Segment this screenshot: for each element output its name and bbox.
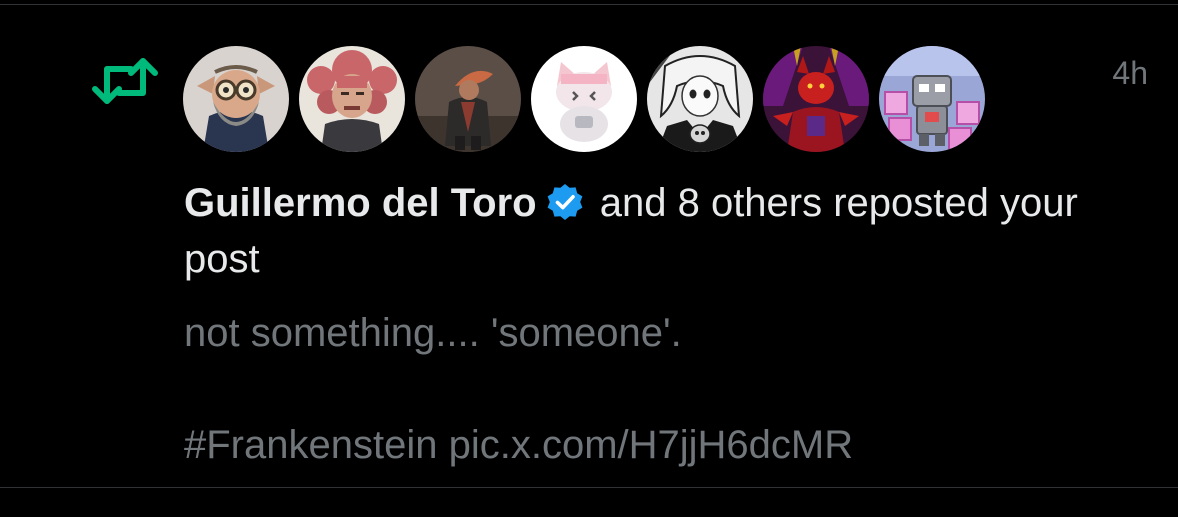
- repost-icon: [89, 57, 161, 105]
- avatar[interactable]: [183, 46, 289, 152]
- post-text-line: #Frankenstein pic.x.com/H7jjH6dcMR: [184, 423, 854, 467]
- avatar[interactable]: [763, 46, 869, 152]
- actor-name[interactable]: Guillermo del Toro: [184, 181, 537, 225]
- repost-notification[interactable]: 4h Guillermo del Toro and 8 others repos…: [0, 5, 1178, 487]
- avatar[interactable]: [647, 46, 753, 152]
- post-text-line: not something.... 'someone'.: [184, 311, 682, 355]
- avatar[interactable]: [299, 46, 405, 152]
- timestamp[interactable]: 4h: [1112, 53, 1148, 93]
- notification-headline: Guillermo del Toro and 8 others reposted…: [184, 175, 1144, 287]
- reposter-avatars: [183, 46, 985, 152]
- post-line-break: [184, 361, 1144, 417]
- bottom-divider: [0, 487, 1178, 488]
- verified-badge-icon[interactable]: [545, 182, 585, 222]
- avatar[interactable]: [531, 46, 637, 152]
- avatar[interactable]: [415, 46, 521, 152]
- notifications-screen: 4h Guillermo del Toro and 8 others repos…: [0, 0, 1178, 517]
- reposted-post-preview[interactable]: not something.... 'someone'. #Frankenste…: [184, 305, 1144, 473]
- avatar[interactable]: [879, 46, 985, 152]
